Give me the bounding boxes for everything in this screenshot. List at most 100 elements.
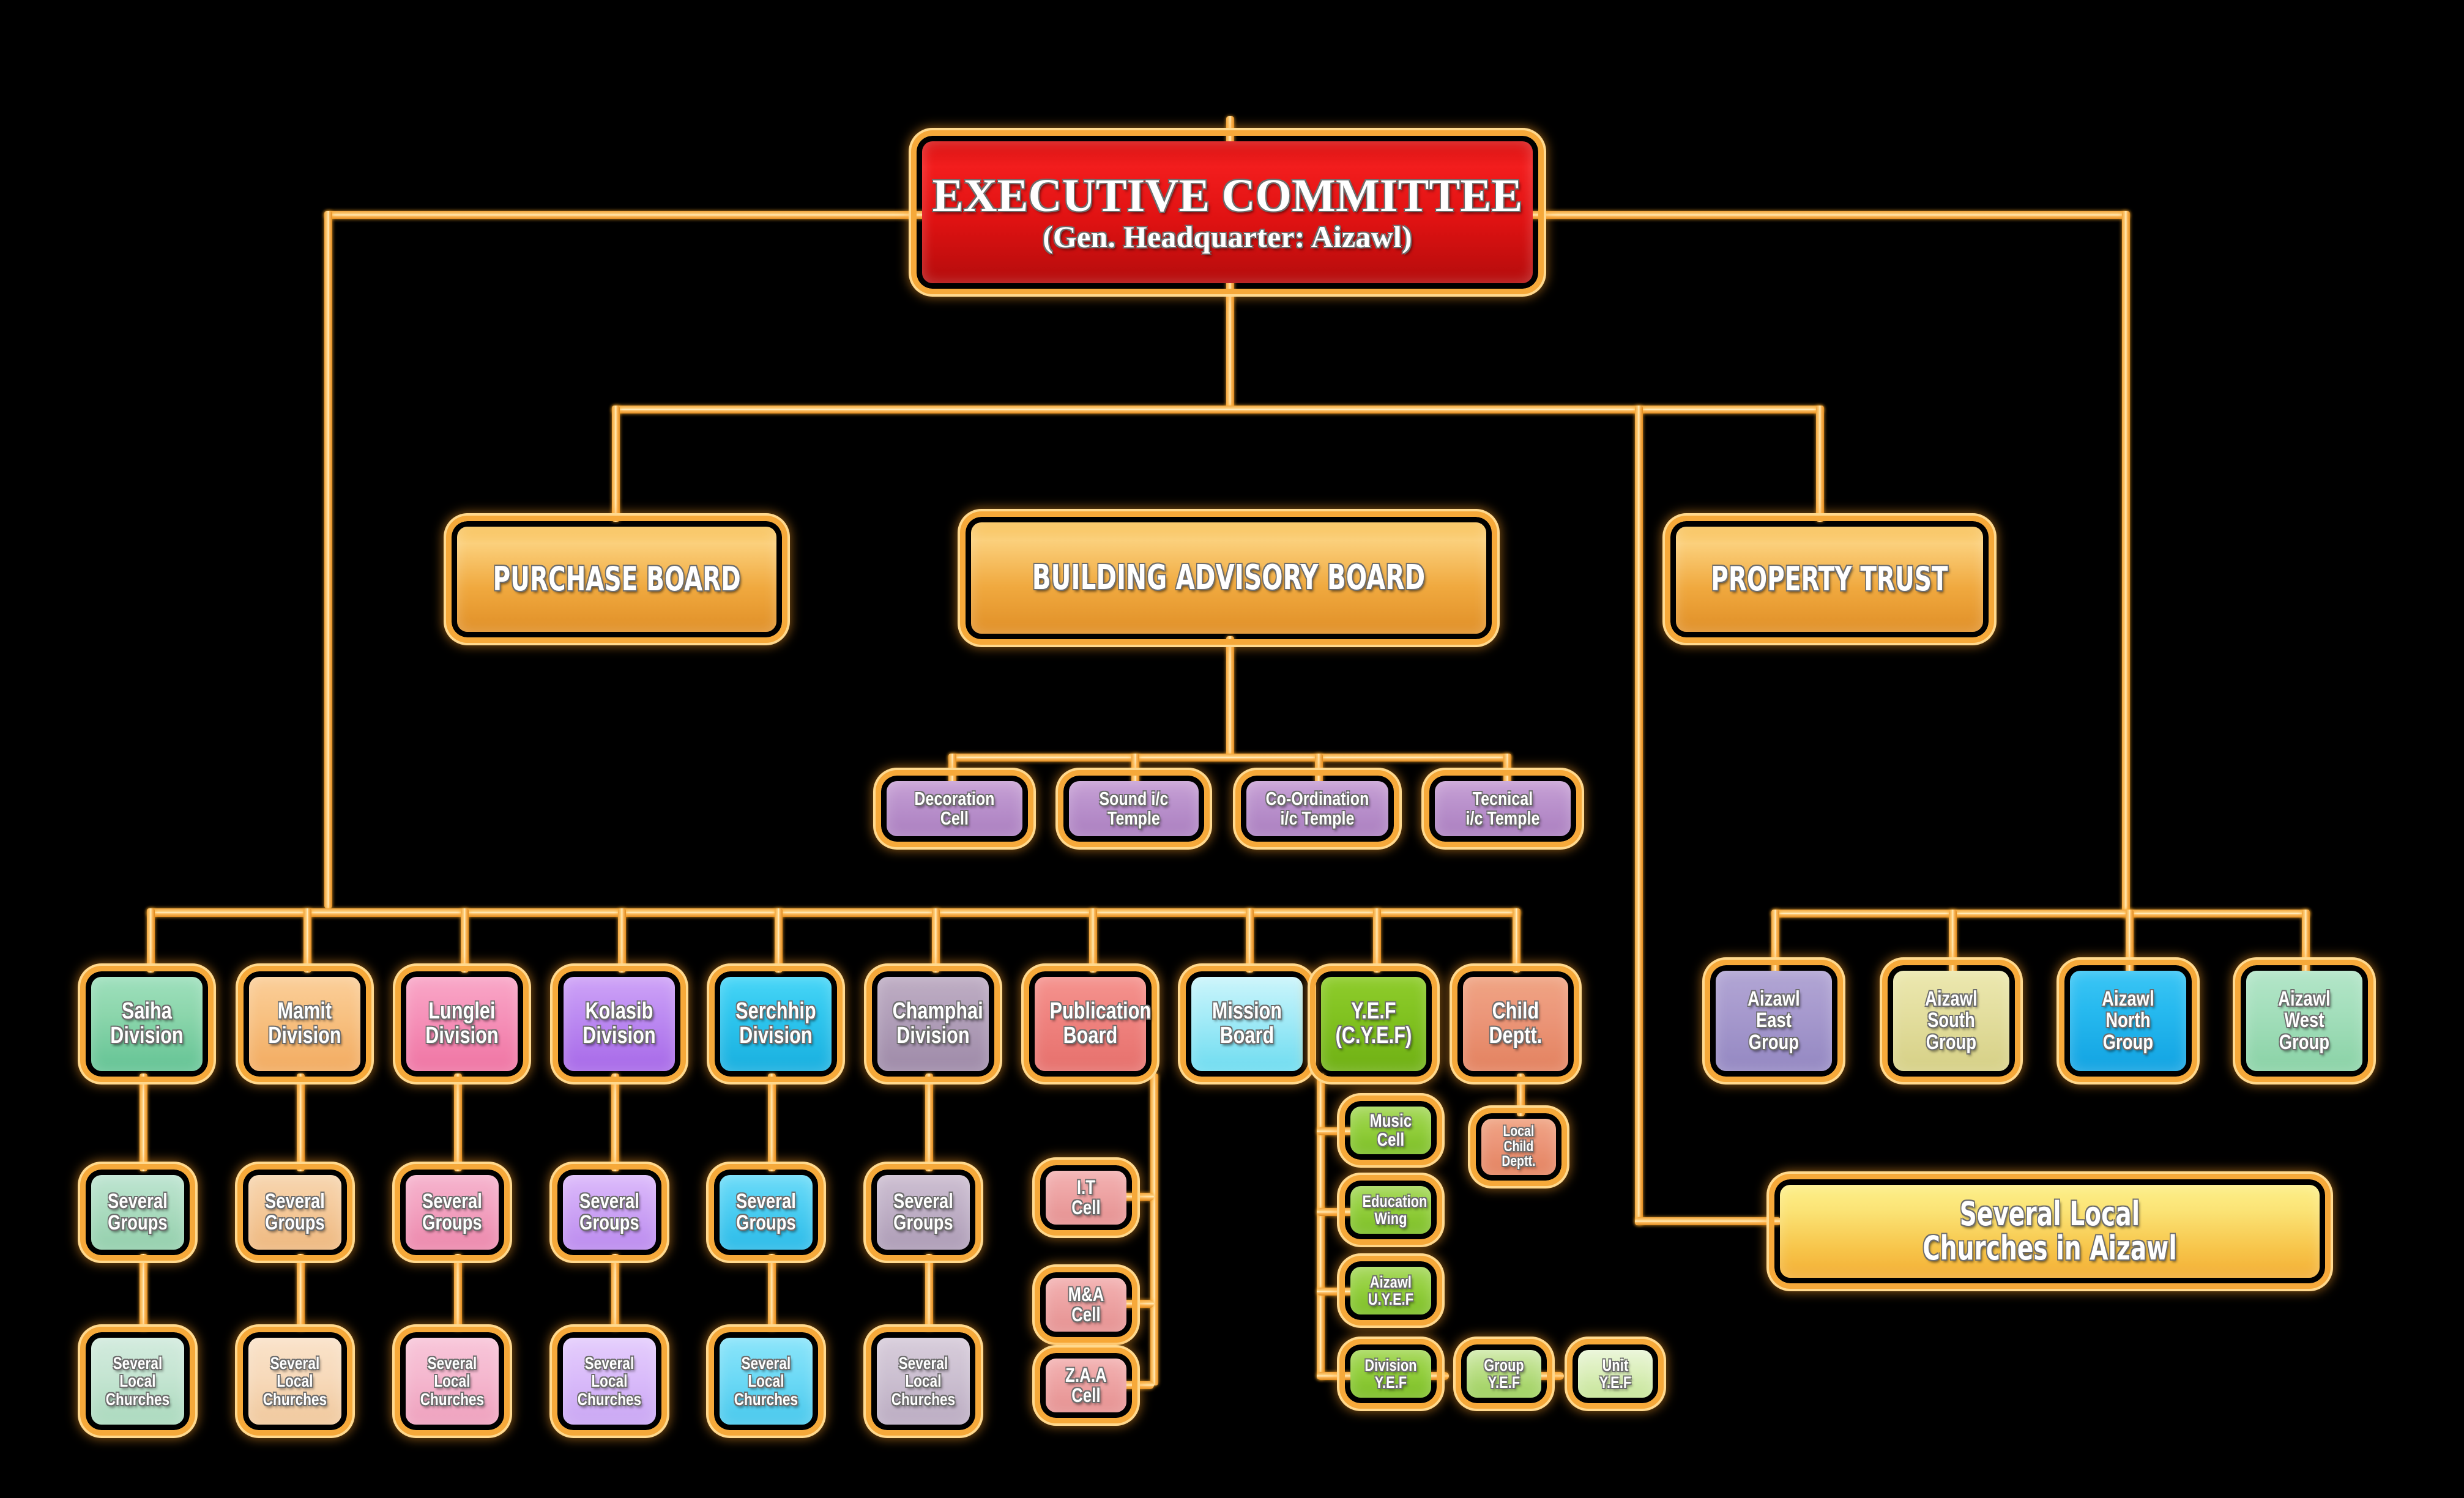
node-saiha-division[interactable]: Saiha Division	[86, 971, 208, 1077]
groups-line1: Several	[579, 1189, 639, 1213]
groups-line2: Groups	[893, 1211, 953, 1234]
lunglei-line2: Division	[425, 1023, 499, 1048]
node-kolasib-division[interactable]: Kolasib Division	[558, 971, 680, 1077]
node-ma-cell[interactable]: M&A Cell	[1040, 1272, 1132, 1337]
child-line2: Deptt.	[1489, 1023, 1543, 1048]
aizawl-south-line2: South	[1927, 1009, 1975, 1033]
groups-line1: Several	[422, 1189, 482, 1213]
groups-line1: Several	[736, 1189, 796, 1213]
connector-right-vertical	[2122, 211, 2130, 918]
node-several-groups-serchhip[interactable]: Several Groups	[714, 1170, 818, 1255]
unit-yef-line2: Y.E.F	[1599, 1373, 1632, 1392]
purchase-board-label: PURCHASE BOARD	[493, 559, 741, 598]
node-serchhip-division[interactable]: Serchhip Division	[715, 971, 837, 1077]
local-child-line2: Child	[1503, 1138, 1534, 1155]
node-decoration-cell[interactable]: Decoration Cell	[881, 776, 1028, 842]
kolasib-line2: Division	[583, 1023, 656, 1048]
connector-group-drop-4	[611, 1073, 619, 1171]
sound-cell-line2: Temple	[1107, 807, 1160, 829]
saiha-line1: Saiha	[122, 998, 172, 1025]
node-coordination-temple-cell[interactable]: Co-Ordination i/c Temple	[1241, 776, 1394, 842]
node-several-local-churches-in-aizawl[interactable]: Several Local Churches in Aizawl	[1774, 1179, 2325, 1283]
node-tecnical-temple-cell[interactable]: Tecnical i/c Temple	[1429, 776, 1576, 842]
mamit-line2: Division	[268, 1023, 341, 1048]
node-several-groups-lunglei[interactable]: Several Groups	[400, 1170, 504, 1255]
node-several-local-churches-saiha[interactable]: Several Local Churches	[86, 1332, 190, 1430]
node-several-groups-saiha[interactable]: Several Groups	[86, 1170, 190, 1255]
zaa-cell-line2: Cell	[1071, 1384, 1101, 1406]
connector-division-drop-1	[147, 908, 155, 973]
ma-cell-line1: M&A	[1068, 1283, 1104, 1305]
node-unit-yef[interactable]: Unit Y.E.F	[1573, 1344, 1658, 1403]
node-aizawl-east-group[interactable]: Aizawl East Group	[1710, 965, 1837, 1077]
node-education-wing[interactable]: Education Wing	[1345, 1181, 1437, 1239]
kolasib-line1: Kolasib	[585, 998, 653, 1025]
connector-aizawl-groups-bus	[1771, 910, 2310, 918]
connector-division-drop-10	[1513, 908, 1520, 973]
node-several-local-churches-champhai[interactable]: Several Local Churches	[871, 1332, 975, 1430]
connector-divisions-bus	[147, 908, 1520, 917]
connector-division-drop-5	[775, 908, 783, 973]
node-mamit-division[interactable]: Mamit Division	[244, 971, 366, 1077]
aizawl-north-line3: Group	[2102, 1030, 2154, 1054]
connector-aizawl-drop-1	[1771, 910, 1779, 974]
aizawl-churches-line1: Several Local	[1959, 1194, 2140, 1233]
node-division-yef[interactable]: Division Y.E.F	[1345, 1344, 1437, 1403]
node-aizawl-south-group[interactable]: Aizawl South Group	[1888, 965, 2015, 1077]
connector-aizawl-drop-3	[2126, 910, 2134, 974]
node-several-local-churches-mamit[interactable]: Several Local Churches	[243, 1332, 347, 1430]
churches-line2: Local	[277, 1371, 313, 1391]
node-publication-board[interactable]: Publication Board	[1029, 971, 1152, 1077]
node-several-groups-mamit[interactable]: Several Groups	[243, 1170, 347, 1255]
connector-publication-spine	[1150, 1073, 1158, 1385]
aizawl-west-line3: Group	[2279, 1030, 2330, 1054]
aizawl-east-line2: East	[1755, 1009, 1792, 1033]
connector-group-drop-6	[925, 1073, 933, 1171]
node-several-local-churches-lunglei[interactable]: Several Local Churches	[400, 1332, 504, 1430]
groups-line2: Groups	[422, 1211, 482, 1234]
connector-group-drop-5	[768, 1073, 776, 1171]
churches-line3: Churches	[420, 1389, 485, 1409]
unit-yef-line1: Unit	[1602, 1355, 1629, 1374]
serchhip-line1: Serchhip	[735, 998, 816, 1025]
churches-line1: Several	[270, 1354, 320, 1373]
node-several-groups-kolasib[interactable]: Several Groups	[557, 1170, 661, 1255]
lunglei-line1: Lunglei	[428, 998, 496, 1025]
node-champhai-division[interactable]: Champhai Division	[872, 971, 994, 1077]
node-yef[interactable]: Y.E.F (C.Y.E.F)	[1316, 971, 1432, 1077]
node-aizawl-uyef[interactable]: Aizawl U.Y.E.F	[1345, 1261, 1437, 1320]
connector-division-drop-2	[303, 908, 311, 973]
aizawl-uyef-line2: U.Y.E.F	[1368, 1290, 1414, 1308]
aizawl-south-line1: Aizawl	[1925, 987, 1978, 1010]
aizawl-churches-line2: Churches in Aizawl	[1922, 1229, 2177, 1267]
node-several-local-churches-serchhip[interactable]: Several Local Churches	[714, 1332, 818, 1430]
yef-line1: Y.E.F	[1351, 998, 1396, 1025]
churches-line2: Local	[591, 1371, 628, 1391]
node-group-yef[interactable]: Group Y.E.F	[1461, 1344, 1547, 1403]
child-line1: Child	[1492, 998, 1539, 1025]
node-music-cell[interactable]: Music Cell	[1345, 1101, 1437, 1160]
education-wing-line1: Education	[1362, 1192, 1427, 1211]
node-mission-board[interactable]: Mission Board	[1186, 971, 1308, 1077]
node-child-deptt[interactable]: Child Deptt.	[1457, 971, 1574, 1077]
node-property-trust[interactable]: PROPERTY TRUST	[1670, 521, 1989, 637]
churches-line3: Churches	[891, 1389, 956, 1409]
node-lunglei-division[interactable]: Lunglei Division	[401, 971, 523, 1077]
saiha-line2: Division	[110, 1023, 184, 1048]
node-aizawl-north-group[interactable]: Aizawl North Group	[2064, 965, 2192, 1077]
champhai-line2: Division	[896, 1023, 970, 1048]
node-it-cell[interactable]: I.T Cell	[1040, 1165, 1132, 1230]
node-executive-committee[interactable]: EXECUTIVE COMMITTEE (Gen. Headquarter: A…	[917, 136, 1538, 289]
node-zaa-cell[interactable]: Z.A.A Cell	[1040, 1353, 1132, 1418]
node-several-groups-champhai[interactable]: Several Groups	[871, 1170, 975, 1255]
connector-church-drop-2	[297, 1254, 305, 1330]
node-building-advisory-board[interactable]: BUILDING ADVISORY BOARD	[966, 517, 1492, 639]
node-several-local-churches-kolasib[interactable]: Several Local Churches	[557, 1332, 661, 1430]
groups-line2: Groups	[108, 1211, 168, 1234]
executive-committee-title: EXECUTIVE COMMITTEE	[932, 170, 1523, 222]
node-aizawl-west-group[interactable]: Aizawl West Group	[2241, 965, 2368, 1077]
node-sound-temple-cell[interactable]: Sound i/c Temple	[1063, 776, 1204, 842]
node-purchase-board[interactable]: PURCHASE BOARD	[452, 521, 782, 637]
champhai-line1: Champhai	[892, 998, 983, 1025]
node-local-child-deptt[interactable]: Local Child Deptt.	[1476, 1113, 1561, 1181]
